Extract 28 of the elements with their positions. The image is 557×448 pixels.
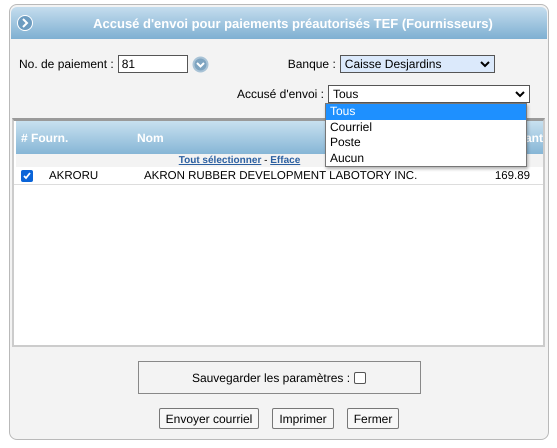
select-all-link[interactable]: Tout sélectionner: [178, 155, 262, 166]
table-cell: AKRON RUBBER DEVELOPMENT LABOTORY INC.: [144, 170, 418, 182]
column-header: # Fourn.: [20, 130, 70, 144]
dropdown-option[interactable]: Aucun: [326, 150, 526, 166]
action-button[interactable]: Fermer: [346, 408, 400, 429]
bank-label: Banque :: [288, 57, 336, 71]
ack-label: Accusé d'envoi :: [236, 87, 324, 101]
table-cell: 169.89: [494, 170, 530, 182]
caret-icon[interactable]: [480, 60, 490, 68]
caret-icon[interactable]: [515, 90, 525, 98]
save-checkbox[interactable]: [354, 372, 366, 384]
link-separator: -: [263, 155, 268, 166]
action-button[interactable]: Envoyer courriel: [158, 408, 260, 429]
payment-field[interactable]: 81: [118, 55, 188, 73]
payment-label: No. de paiement :: [19, 57, 114, 71]
clear-all-link[interactable]: Efface: [270, 155, 300, 166]
ack-dropdown[interactable]: Tous: [328, 85, 530, 103]
dropdown-option[interactable]: Poste: [326, 135, 526, 151]
dropdown-option[interactable]: Courriel: [326, 120, 526, 136]
bank-dropdown[interactable]: Caisse Desjardins: [340, 55, 495, 73]
dropdown-circle-icon[interactable]: [192, 56, 209, 72]
arrow-circle-icon[interactable]: [17, 15, 33, 31]
row-checkbox[interactable]: [21, 170, 33, 182]
window-title: Accusé d'envoi pour paiements préautorisés TEF (Fournisseurs): [92, 16, 494, 30]
action-button[interactable]: Imprimer: [272, 408, 334, 429]
save-settings-label: Sauvegarder les paramètres :: [192, 370, 350, 384]
table-cell-text: AKRORU: [49, 170, 100, 182]
column-header: Nom: [137, 130, 165, 144]
